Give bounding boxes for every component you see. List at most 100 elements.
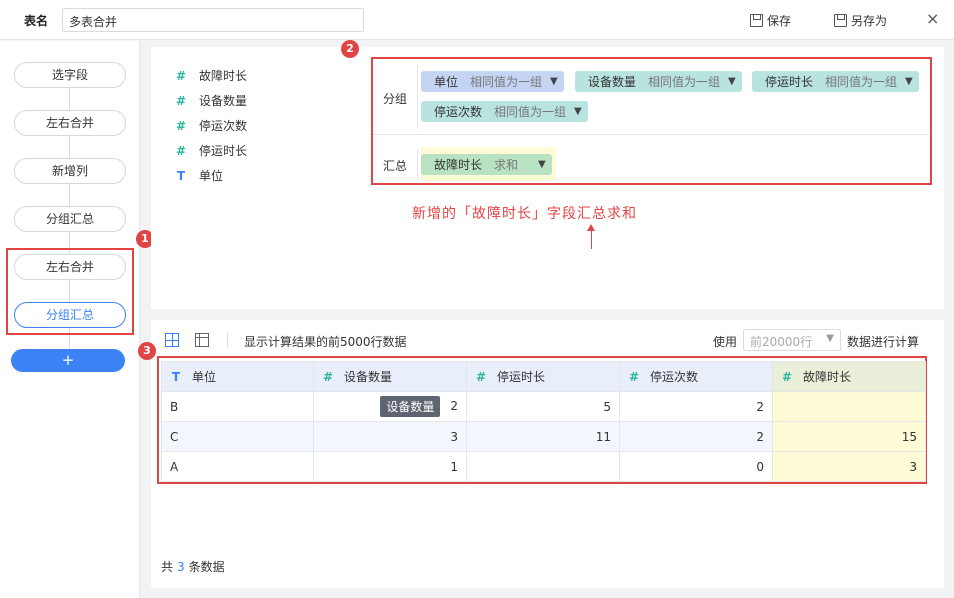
column-label: 停运时长 <box>497 370 546 384</box>
tooltip: 设备数量 <box>380 396 441 417</box>
save-icon <box>750 14 763 27</box>
group-chip[interactable]: 停运次数 相同值为一组 ▼ <box>421 101 588 122</box>
table-cell <box>772 391 926 422</box>
table-name-label: 表名 <box>24 14 49 28</box>
number-icon: # <box>175 68 187 83</box>
group-label: 分组 <box>383 92 408 106</box>
grouping-box: 分组 单位 相同值为一组 ▼ 设备数量 相同值为一组 ▼ 停运时长 相同值为一组… <box>371 57 932 185</box>
layout-view-icon[interactable] <box>195 333 209 347</box>
row-limit-select[interactable]: 前20000行 ▼ <box>743 329 841 351</box>
column-header[interactable]: T 单位 <box>161 361 314 392</box>
config-panel: # 故障时长 # 设备数量 # 停运次数 # 停运时长 T 单位 分组 单位 相… <box>151 47 944 309</box>
table-cell: 2 <box>619 391 773 422</box>
use-label: 使用 <box>713 335 738 349</box>
table-cell: 3 <box>772 451 926 482</box>
chip-mode: 相同值为一组 <box>494 105 567 119</box>
add-step-button[interactable]: + <box>11 349 125 372</box>
field-label: 设备数量 <box>199 94 248 108</box>
table-row: B 设备数量 2 5 2 <box>161 391 926 422</box>
table-cell: 设备数量 2 <box>313 391 467 422</box>
row-divider <box>417 149 418 179</box>
step-merge-lr-1[interactable]: 左右合并 <box>14 110 126 136</box>
chevron-down-icon[interactable]: ▼ <box>905 76 913 87</box>
divider <box>227 332 228 348</box>
column-label: 设备数量 <box>344 370 393 384</box>
column-label: 单位 <box>192 370 217 384</box>
summary-row: 汇总 故障时长 求和 ▼ <box>373 147 930 183</box>
total-count: 共 3 条数据 <box>161 558 225 575</box>
row-limit-value: 前20000行 <box>750 335 813 349</box>
table-view-icon[interactable] <box>165 333 179 347</box>
group-row: 分组 单位 相同值为一组 ▼ 设备数量 相同值为一组 ▼ 停运时长 相同值为一组… <box>373 59 930 135</box>
chip-mode: 求和 <box>494 158 519 172</box>
result-info: 显示计算结果的前5000行数据 <box>244 335 407 349</box>
field-item[interactable]: # 停运次数 <box>175 117 247 134</box>
save-as-label: 另存为 <box>851 14 888 28</box>
column-header[interactable]: # 停运次数 <box>619 361 773 392</box>
chevron-down-icon[interactable]: ▼ <box>574 106 582 117</box>
result-table: T 单位 # 设备数量 # 停运时长 # 停运次数 # 故障时长 B 设备数量 2 5 2 … <box>161 361 926 482</box>
table-name-input[interactable]: 多表合并 <box>62 8 364 32</box>
column-header[interactable]: # 设备数量 <box>313 361 467 392</box>
annotation-arrow <box>591 229 592 249</box>
result-table-box: T 单位 # 设备数量 # 停运时长 # 停运次数 # 故障时长 B 设备数量 2 5 2 … <box>157 356 927 484</box>
save-as-button[interactable]: 另存为 <box>834 12 887 29</box>
close-icon[interactable]: × <box>926 10 939 28</box>
field-item[interactable]: # 设备数量 <box>175 92 247 109</box>
annotation-text: 新增的「故障时长」字段汇总求和 <box>412 206 637 222</box>
header-bar: 表名 多表合并 保存 另存为 × <box>0 0 954 40</box>
field-item[interactable]: T 单位 <box>175 167 223 184</box>
summary-chip[interactable]: 故障时长 求和 ▼ <box>421 154 552 175</box>
field-label: 故障时长 <box>199 69 248 83</box>
field-item[interactable]: # 停运时长 <box>175 142 247 159</box>
table-row: C 3 11 2 15 <box>161 421 926 452</box>
group-chip[interactable]: 单位 相同值为一组 ▼ <box>421 71 564 92</box>
group-chip[interactable]: 停运时长 相同值为一组 ▼ <box>752 71 919 92</box>
chevron-down-icon[interactable]: ▼ <box>550 76 558 87</box>
number-icon: # <box>175 143 187 158</box>
number-icon: # <box>781 370 793 384</box>
table-cell: A <box>161 451 314 482</box>
row-divider <box>417 65 418 129</box>
badge-2: 2 <box>341 40 359 58</box>
chevron-down-icon[interactable]: ▼ <box>538 159 546 170</box>
badge-3: 3 <box>138 342 156 360</box>
total-number: 3 <box>177 560 185 574</box>
group-chip[interactable]: 设备数量 相同值为一组 ▼ <box>575 71 742 92</box>
chip-name: 停运时长 <box>765 75 814 89</box>
chevron-down-icon[interactable]: ▼ <box>728 76 736 87</box>
number-icon: # <box>475 370 487 384</box>
table-cell: C <box>161 421 314 452</box>
text-icon: T <box>176 168 186 183</box>
table-row: A 1 0 3 <box>161 451 926 482</box>
table-cell: 1 <box>313 451 467 482</box>
number-icon: # <box>628 370 640 384</box>
cell-value: 2 <box>450 399 458 413</box>
save-button[interactable]: 保存 <box>750 12 791 29</box>
chip-name: 设备数量 <box>588 75 637 89</box>
step-add-column[interactable]: 新增列 <box>14 158 126 184</box>
chip-mode: 相同值为一组 <box>648 75 721 89</box>
chip-mode: 相同值为一组 <box>825 75 898 89</box>
table-cell <box>466 451 620 482</box>
save-label: 保存 <box>767 14 792 28</box>
number-icon: # <box>175 118 187 133</box>
column-header[interactable]: # 停运时长 <box>466 361 620 392</box>
step-group-summary-1[interactable]: 分组汇总 <box>14 206 126 232</box>
field-label: 停运次数 <box>199 119 248 133</box>
field-label: 单位 <box>199 169 224 183</box>
result-panel: 显示计算结果的前5000行数据 使用 前20000行 ▼ 数据进行计算 T 单位 … <box>151 320 944 588</box>
table-cell: 3 <box>313 421 467 452</box>
total-prefix: 共 <box>161 560 174 574</box>
column-label: 停运次数 <box>650 370 699 384</box>
number-icon: # <box>175 93 187 108</box>
step-select-fields[interactable]: 选字段 <box>14 62 126 88</box>
field-label: 停运时长 <box>199 144 248 158</box>
chip-mode: 相同值为一组 <box>470 75 543 89</box>
column-header[interactable]: # 故障时长 <box>772 361 926 392</box>
chip-name: 故障时长 <box>434 158 483 172</box>
field-item[interactable]: # 故障时长 <box>175 67 247 84</box>
table-cell: 0 <box>619 451 773 482</box>
table-cell: 15 <box>772 421 926 452</box>
table-cell: 2 <box>619 421 773 452</box>
